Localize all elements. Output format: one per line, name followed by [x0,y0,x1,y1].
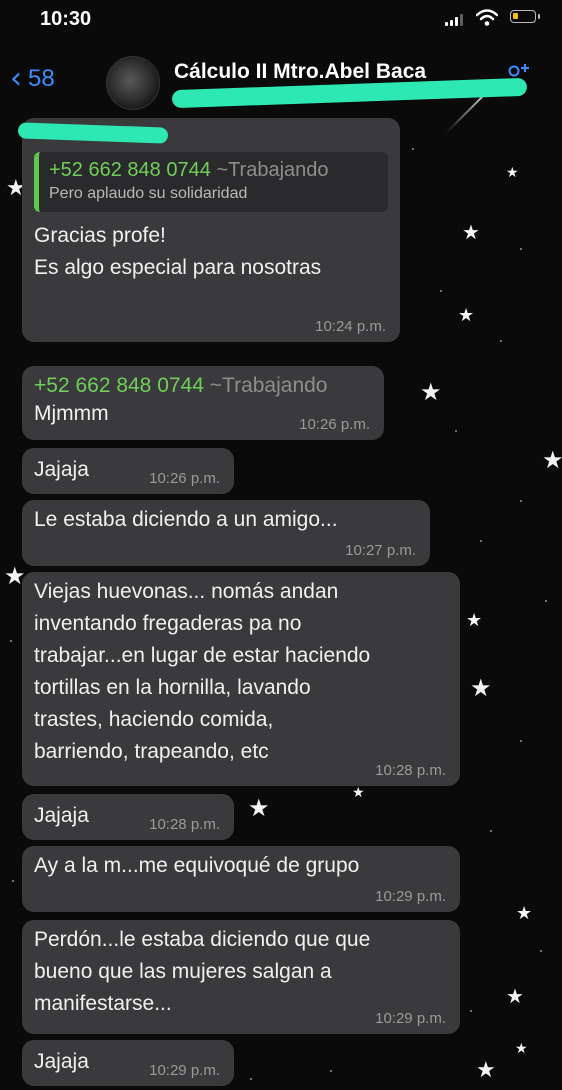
star-icon: ★ [470,674,492,702]
cellular-signal-icon [445,14,463,26]
quoted-message[interactable]: +52 662 848 0744 ~Trabajando Pero aplaud… [34,152,388,212]
quote-sender: +52 662 848 0744 [49,159,211,181]
sender-alias: ~Trabajando [209,374,328,397]
message-bubble[interactable]: Jajaja 10:28 p.m. [22,794,234,840]
message-time: 10:28 p.m. [375,762,446,779]
message-text: trastes, haciendo comida, [34,708,274,731]
message-time: 10:29 p.m. [149,1062,220,1079]
wifi-icon [476,9,498,26]
message-bubble[interactable]: Jajaja 10:29 p.m. [22,1040,234,1086]
message-text: bueno que las mujeres salgan a [34,960,332,983]
star-icon: ★ [352,785,365,801]
status-bar: 10:30 [0,0,562,40]
star-icon: ★ [542,446,562,474]
message-text: inventando fregaderas pa no [34,612,302,635]
message-bubble[interactable]: Jajaja 10:26 p.m. [22,448,234,494]
message-text: Perdón...le estaba diciendo que que [34,928,371,951]
message-time: 10:28 p.m. [149,816,220,833]
star-icon: ★ [515,1041,528,1057]
quote-text: Pero aplaudo su solidaridad [49,185,248,202]
message-text: Viejas huevonas... nomás andan [34,580,339,603]
battery-icon [510,10,540,23]
group-title[interactable]: Cálculo II Mtro.Abel Baca [174,60,426,84]
star-icon: ★ [506,165,519,181]
message-text: Ay a la m...me equivoqué de grupo [34,854,360,877]
star-icon: ★ [516,903,533,924]
message-text: tortillas en la hornilla, lavando [34,676,311,699]
message-bubble[interactable]: Viejas huevonas... nomás andan inventand… [22,572,460,786]
message-bubble[interactable]: +52 662 848 0744 ~Trabajando Mjmmm 10:26… [22,366,384,440]
chevron-left-icon: ‹ [10,61,22,96]
message-time: 10:27 p.m. [345,542,416,559]
message-bubble[interactable]: +52 662 848 0744 ~Trabajando Pero aplaud… [22,118,400,342]
star-icon: ★ [248,794,270,822]
message-time: 10:26 p.m. [299,416,370,433]
group-avatar[interactable] [106,56,160,110]
quote-alias: ~Trabajando [216,159,329,181]
star-icon: ★ [466,610,483,631]
unread-count: 58 [28,65,55,92]
message-text: Gracias profe! [34,224,166,247]
star-icon: ★ [458,305,475,326]
message-text: Le estaba diciendo a un amigo... [34,508,338,531]
message-time: 10:29 p.m. [375,1010,446,1027]
star-icon: ★ [476,1058,496,1083]
message-bubble[interactable]: Perdón...le estaba diciendo que que buen… [22,920,460,1034]
back-button[interactable]: ‹ 58 [10,64,55,94]
message-bubble[interactable]: Ay a la m...me equivoqué de grupo 10:29 … [22,846,460,912]
message-text: Es algo especial para nosotras [34,256,322,279]
star-icon: ★ [506,984,524,1008]
message-bubble[interactable]: Le estaba diciendo a un amigo... 10:27 p… [22,500,430,566]
status-time: 10:30 [40,8,92,30]
message-sender: +52 662 848 0744 [34,374,204,397]
star-icon: ★ [462,220,480,244]
message-time: 10:24 p.m. [315,318,386,335]
message-time: 10:26 p.m. [149,470,220,487]
message-text: trabajar...en lugar de estar haciendo [34,644,371,667]
message-time: 10:29 p.m. [375,888,446,905]
star-icon: ★ [420,378,442,406]
